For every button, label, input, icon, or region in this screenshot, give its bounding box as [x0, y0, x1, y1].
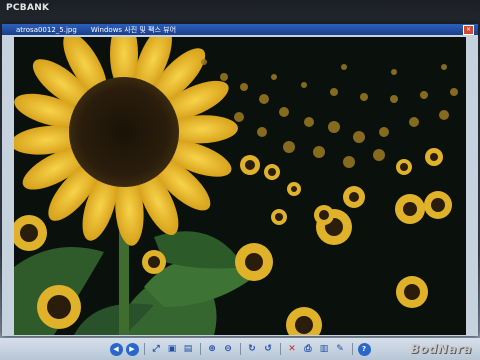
title-bar: atrosa0012_5.jpg Windows 사진 및 팩스 뷰어 ×	[2, 24, 478, 35]
viewer-toolbar: ◀ ▶ ⤢ ▣ ▤ ⊕ ⊖ ↻ ↺ ✕ ⎙ ▥ ✎ ?	[0, 338, 480, 360]
close-window-button[interactable]: ×	[463, 24, 474, 35]
toolbar-divider	[143, 343, 145, 355]
rotate-ccw-button[interactable]: ↺	[262, 343, 275, 356]
app-title: Windows 사진 및 팩스 뷰어	[90, 25, 177, 34]
edit-button[interactable]: ✎	[334, 343, 347, 356]
file-name: atrosa0012_5.jpg	[16, 25, 77, 34]
toolbar-divider	[199, 343, 201, 355]
print-button[interactable]: ⎙	[302, 343, 315, 356]
rotate-cw-button[interactable]: ↻	[246, 343, 259, 356]
best-fit-button[interactable]: ⤢	[150, 343, 163, 356]
actual-size-button[interactable]: ▣	[166, 343, 179, 356]
photo-viewer-window: atrosa0012_5.jpg Windows 사진 및 팩스 뷰어 ×	[2, 24, 478, 336]
zoom-in-button[interactable]: ⊕	[206, 343, 219, 356]
toolbar-divider	[239, 343, 241, 355]
slideshow-button[interactable]: ▤	[182, 343, 195, 356]
pcbank-watermark: PCBANK	[6, 3, 50, 13]
save-button[interactable]: ▥	[318, 343, 331, 356]
photo-canvas	[14, 37, 466, 335]
sunflower-image	[14, 37, 466, 335]
toolbar-divider	[351, 343, 353, 355]
delete-button[interactable]: ✕	[286, 343, 299, 356]
bodnara-watermark: BodNara	[410, 342, 472, 356]
toolbar-divider	[279, 343, 281, 355]
previous-image-button[interactable]: ◀	[109, 342, 123, 356]
zoom-out-button[interactable]: ⊖	[222, 343, 235, 356]
next-image-button[interactable]: ▶	[125, 342, 139, 356]
help-button[interactable]: ?	[357, 342, 371, 356]
